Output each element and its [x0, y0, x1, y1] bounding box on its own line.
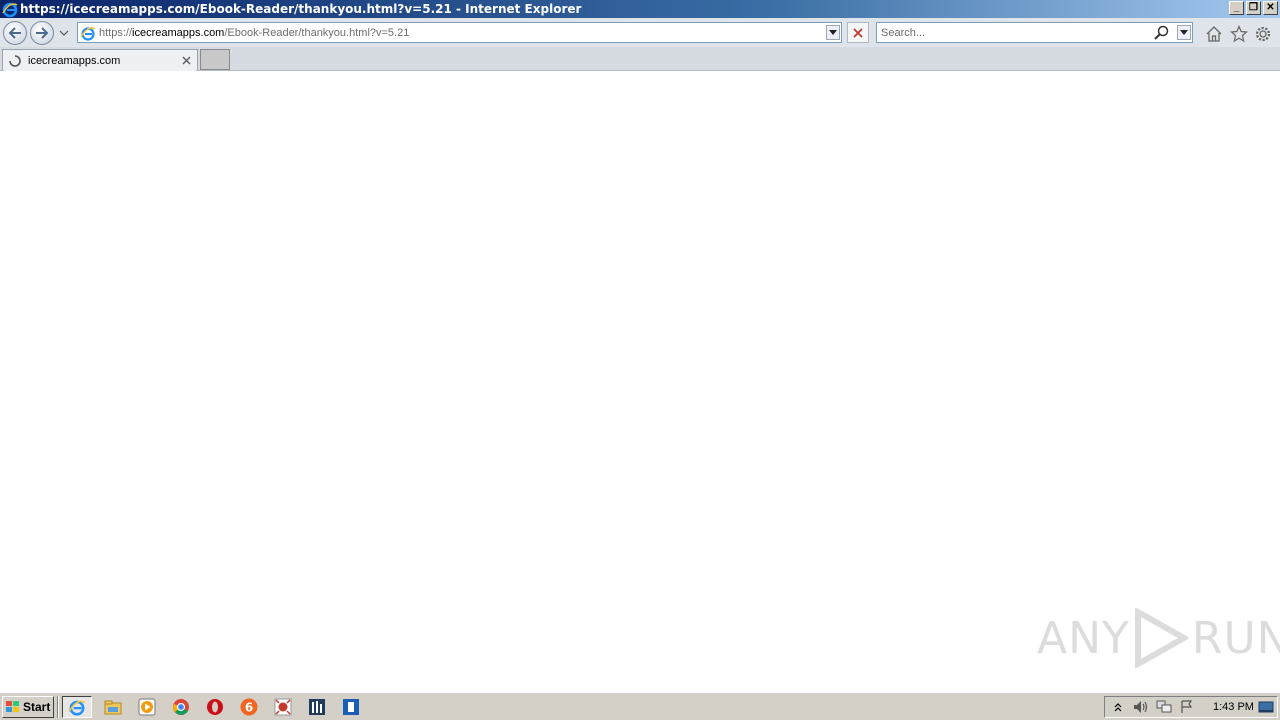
stop-button[interactable]: [847, 22, 869, 43]
search-icon[interactable]: [1154, 25, 1170, 41]
taskbar-internet-explorer[interactable]: [62, 696, 92, 718]
internet-explorer-icon: [68, 700, 86, 716]
svg-text:6: 6: [245, 701, 253, 715]
url-host: icecreamapps.com: [132, 26, 225, 39]
home-button[interactable]: [1204, 24, 1224, 44]
chevron-down-icon: [1180, 29, 1188, 35]
app-6-icon: 6: [240, 698, 258, 716]
restore-button[interactable]: ❐: [1246, 1, 1261, 15]
arrow-right-icon: [36, 27, 49, 39]
ie-page-icon: [80, 26, 96, 41]
internet-explorer-icon: [2, 2, 18, 17]
address-dropdown-button[interactable]: [826, 25, 840, 40]
search-input[interactable]: [877, 23, 1147, 42]
tab-close-button[interactable]: [180, 54, 192, 66]
taskbar: Start 6 1:43 PM: [0, 692, 1280, 720]
volume-button[interactable]: [1131, 698, 1151, 716]
app-bars-icon: [309, 699, 325, 715]
taskbar-file-explorer[interactable]: [98, 696, 128, 718]
file-explorer-icon: [104, 700, 122, 715]
chevron-up-icon: [1114, 703, 1122, 712]
home-icon: [1206, 26, 1222, 42]
back-button[interactable]: [3, 21, 27, 45]
windows-flag-icon: [6, 701, 19, 712]
start-button[interactable]: Start: [2, 696, 54, 718]
action-center-button[interactable]: [1177, 698, 1197, 716]
show-desktop-icon[interactable]: [1258, 699, 1274, 715]
media-player-icon: [138, 698, 156, 716]
loading-spinner-icon: [9, 54, 21, 67]
recent-pages-chevron-icon[interactable]: [59, 29, 69, 37]
play-logo-icon: [1134, 608, 1188, 668]
anyrun-watermark: ANY RUN: [1037, 606, 1280, 670]
opera-icon: [207, 699, 223, 715]
network-button[interactable]: [1154, 698, 1174, 716]
window-titlebar: https://icecreamapps.com/Ebook-Reader/th…: [0, 0, 1280, 18]
chevron-down-icon: [829, 29, 837, 35]
taskbar-app-6[interactable]: 6: [234, 696, 264, 718]
favorites-button[interactable]: [1229, 24, 1249, 44]
taskbar-media-player[interactable]: [132, 696, 162, 718]
tools-button[interactable]: [1253, 24, 1273, 44]
taskbar-opera[interactable]: [200, 696, 230, 718]
window-title: https://icecreamapps.com/Ebook-Reader/th…: [20, 2, 582, 16]
tab-label: icecreamapps.com: [28, 54, 121, 67]
navigation-bar: https://icecreamapps.com/Ebook-Reader/th…: [0, 18, 1280, 47]
forward-button[interactable]: [30, 21, 54, 45]
speaker-icon: [1134, 701, 1148, 713]
stop-x-icon: [853, 27, 863, 38]
taskbar-clock[interactable]: 1:43 PM: [1213, 701, 1254, 713]
taskbar-app-blue[interactable]: [336, 696, 366, 718]
minimize-button[interactable]: _: [1229, 1, 1244, 15]
address-bar[interactable]: https://icecreamapps.com/Ebook-Reader/th…: [77, 22, 842, 43]
gear-icon: [1255, 26, 1271, 42]
app-red-icon: [274, 698, 292, 716]
watermark-left-text: ANY: [1037, 612, 1130, 664]
page-content: [0, 71, 1280, 692]
network-icon: [1156, 700, 1172, 713]
app-blue-icon: [343, 699, 359, 715]
search-dropdown-button[interactable]: [1177, 25, 1191, 40]
arrow-left-icon: [8, 27, 21, 39]
start-label: Start: [23, 700, 51, 714]
address-url[interactable]: https://icecreamapps.com/Ebook-Reader/th…: [99, 27, 409, 39]
tab-bar: icecreamapps.com: [0, 47, 1280, 71]
taskbar-app-red[interactable]: [268, 696, 298, 718]
close-window-button[interactable]: ✕: [1263, 1, 1278, 15]
url-scheme: https://: [99, 26, 133, 39]
taskbar-app-bars[interactable]: [302, 696, 332, 718]
new-tab-button[interactable]: [200, 49, 230, 70]
watermark-right-text: RUN: [1191, 612, 1280, 664]
star-icon: [1230, 25, 1248, 43]
flag-icon: [1181, 700, 1193, 713]
tab-icecreamapps[interactable]: icecreamapps.com: [2, 49, 198, 71]
chrome-icon: [173, 699, 189, 715]
close-icon: [182, 56, 190, 64]
url-path: /Ebook-Reader/thankyou.html?v=5.21: [224, 26, 410, 39]
system-tray: 1:43 PM: [1104, 696, 1278, 718]
taskbar-chrome[interactable]: [166, 696, 196, 718]
show-hidden-icons-button[interactable]: [1108, 698, 1128, 716]
search-box[interactable]: [876, 22, 1193, 43]
taskbar-separator: [57, 696, 59, 718]
